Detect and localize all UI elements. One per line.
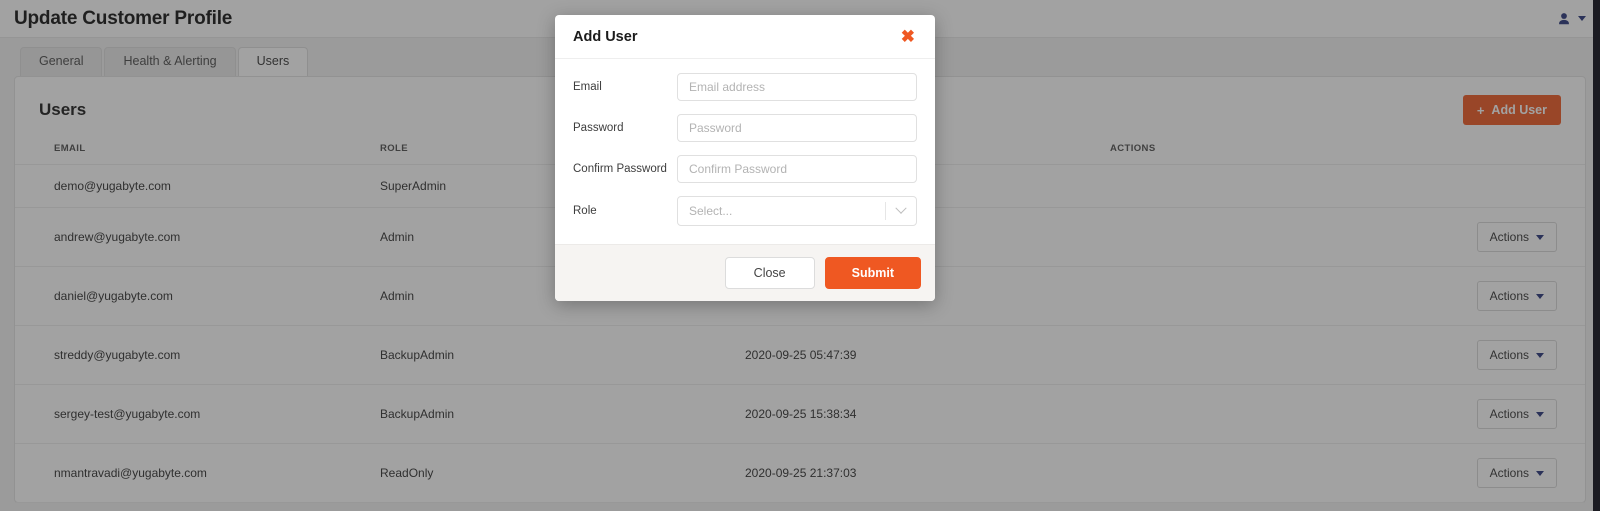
email-label: Email xyxy=(573,81,602,93)
confirm-password-field[interactable] xyxy=(677,155,917,183)
modal-title: Add User xyxy=(573,28,638,45)
password-label: Password xyxy=(573,122,624,134)
role-select[interactable]: Select... xyxy=(677,196,917,226)
email-field[interactable] xyxy=(677,73,917,101)
form-row-confirm-password: Confirm Password xyxy=(573,155,917,183)
role-select-value: Select... xyxy=(689,204,733,218)
add-user-modal: Add User ✖ Email Password Confirm Passwo… xyxy=(555,15,935,301)
password-field[interactable] xyxy=(677,114,917,142)
chevron-down-icon xyxy=(886,202,916,215)
modal-body: Email Password Confirm Password Role Sel… xyxy=(555,59,935,244)
submit-button[interactable]: Submit xyxy=(824,257,921,289)
modal-header: Add User ✖ xyxy=(555,15,935,59)
form-row-role: Role Select... xyxy=(573,196,917,226)
confirm-password-label: Confirm Password xyxy=(573,163,667,175)
close-icon[interactable]: ✖ xyxy=(899,28,917,45)
form-row-email: Email xyxy=(573,73,917,101)
role-label: Role xyxy=(573,205,597,217)
close-button[interactable]: Close xyxy=(724,257,815,289)
window-right-gutter xyxy=(1593,0,1600,511)
modal-footer: Close Submit xyxy=(555,244,935,301)
form-row-password: Password xyxy=(573,114,917,142)
